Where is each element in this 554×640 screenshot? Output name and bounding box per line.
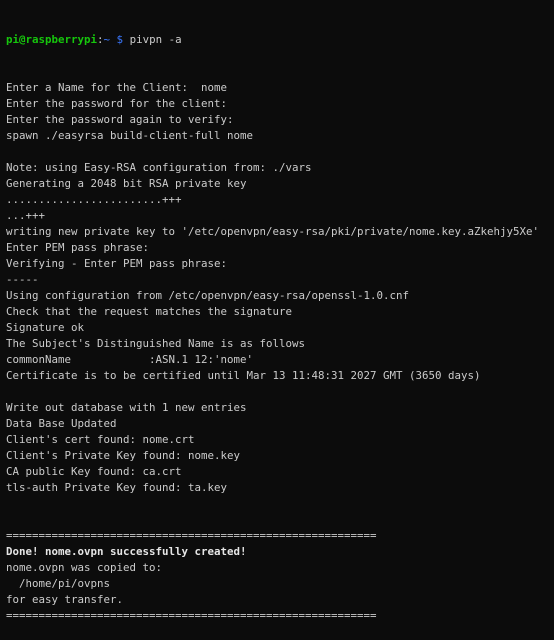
output-line: Enter the password again to verify: <box>6 113 234 126</box>
output-line: /home/pi/ovpns <box>6 577 111 590</box>
prompt-user-host: pi@raspberrypi <box>6 33 98 46</box>
output-line: Certificate is to be certified until Mar… <box>6 369 481 382</box>
output-line: for easy transfer. <box>6 593 124 606</box>
output-line: Check that the request matches the signa… <box>6 305 293 318</box>
output-line: Generating a 2048 bit RSA private key <box>6 177 247 190</box>
output-line: Enter PEM pass phrase: <box>6 241 150 254</box>
output-line: writing new private key to '/etc/openvpn… <box>6 225 540 238</box>
output-line: nome.ovpn was copied to: <box>6 561 163 574</box>
output-line: Using configuration from /etc/openvpn/ea… <box>6 289 410 302</box>
output-line: Write out database with 1 new entries <box>6 401 247 414</box>
output-line: CA public Key found: ca.crt <box>6 465 182 478</box>
output-lines: Enter a Name for the Client: nome Enter t… <box>6 80 539 624</box>
prompt-symbol: $ <box>110 33 130 46</box>
output-line: Note: using Easy-RSA configuration from:… <box>6 161 312 174</box>
output-line: ========================================… <box>6 609 377 622</box>
output-line: Verifying - Enter PEM pass phrase: <box>6 257 228 270</box>
output-line: ........................+++ <box>6 193 182 206</box>
output-line: ----- <box>6 273 39 286</box>
output-line: Enter a Name for the Client: nome <box>6 81 228 94</box>
output-line: Signature ok <box>6 321 85 334</box>
output-line: ========================================… <box>6 529 377 542</box>
output-line: Enter the password for the client: <box>6 97 228 110</box>
prompt-line: pi@raspberrypi:~ $ pivpn -a <box>6 32 539 48</box>
output-line: tls-auth Private Key found: ta.key <box>6 481 228 494</box>
output-line: Done! nome.ovpn successfully created! <box>6 545 247 558</box>
terminal-output[interactable]: pi@raspberrypi:~ $ pivpn -a Enter a Name… <box>6 0 539 640</box>
output-line: Client's cert found: nome.crt <box>6 433 195 446</box>
output-line: spawn ./easyrsa build-client-full nome <box>6 129 254 142</box>
output-line: Data Base Updated <box>6 417 117 430</box>
output-line: ...+++ <box>6 209 46 222</box>
output-line: The Subject's Distinguished Name is as f… <box>6 337 306 350</box>
output-line: commonName :ASN.1 12:'nome' <box>6 353 254 366</box>
prompt-command: pivpn -a <box>129 33 182 46</box>
output-line: Client's Private Key found: nome.key <box>6 449 241 462</box>
